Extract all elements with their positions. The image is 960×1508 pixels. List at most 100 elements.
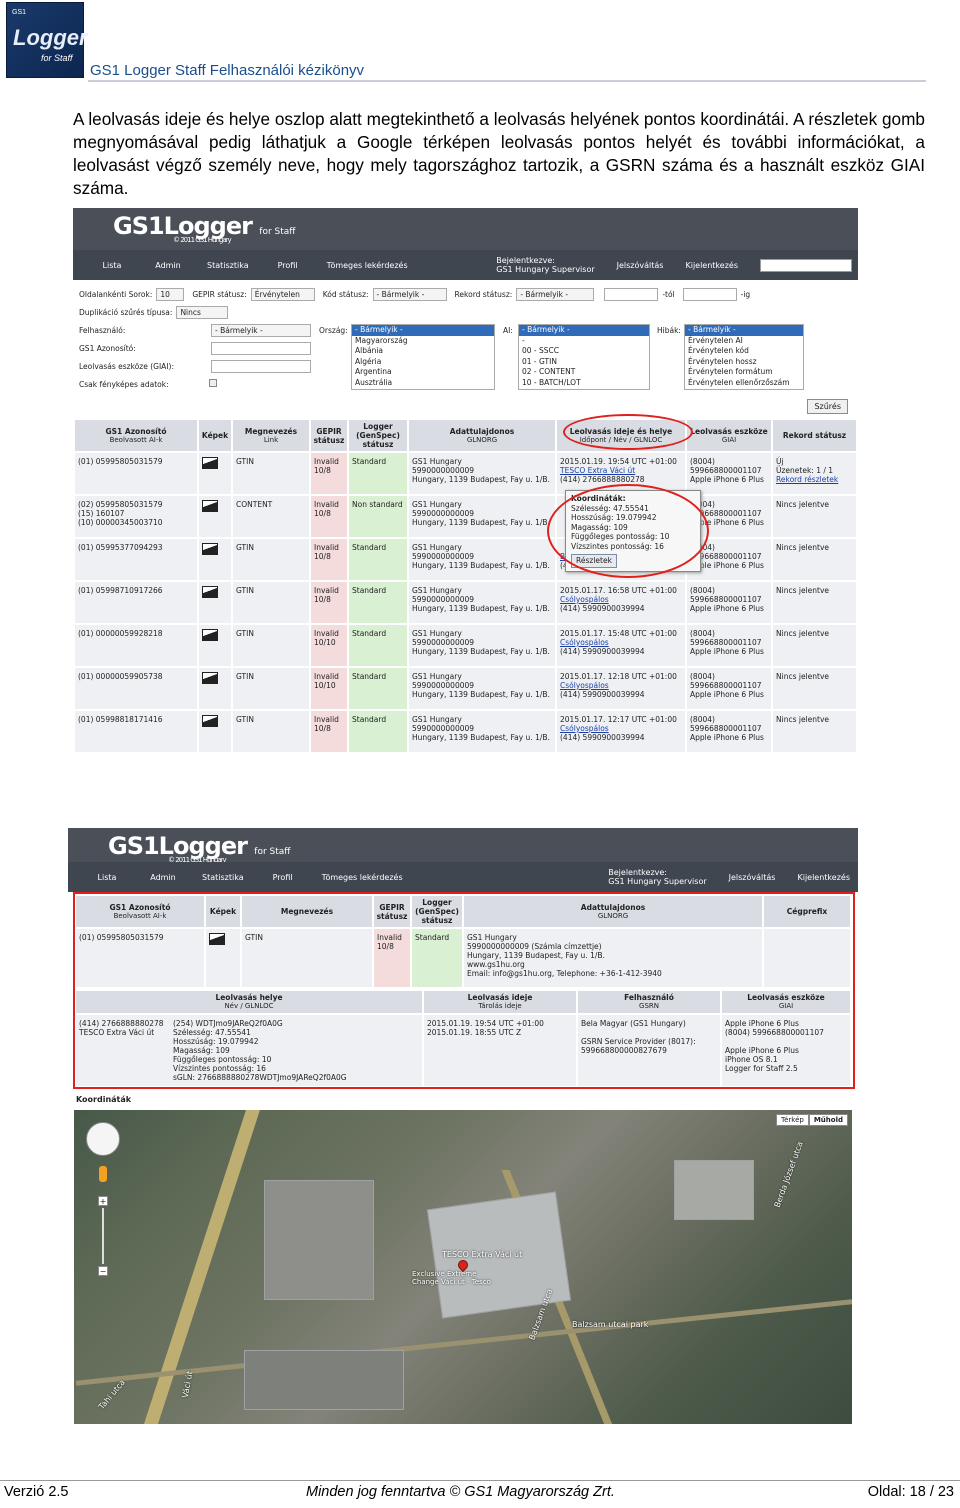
date-from-input[interactable] — [604, 288, 659, 301]
nav-password-change[interactable]: Jelszóváltás — [617, 261, 664, 270]
error-option[interactable]: Érvénytelen hossz — [688, 357, 803, 368]
map-building — [264, 1180, 374, 1300]
user-filter-select[interactable]: - Bármelyik - — [211, 324, 311, 337]
table-row[interactable]: (01) 05998818171416 GTIN Invalid 10/8 Standa… — [73, 709, 858, 754]
country-option[interactable]: Magyarország — [355, 336, 494, 347]
photo-icon[interactable] — [202, 457, 218, 469]
document-header: GS1 Logger for Staff GS1 Logger Staff Fe… — [0, 0, 960, 82]
country-option[interactable]: Ausztrália — [355, 378, 494, 389]
errors-listbox[interactable]: - Bármelyik - Érvénytelen AI Érvénytelen… — [684, 324, 804, 390]
logged-in-label: Bejelentkezve: — [496, 256, 555, 265]
col-owner[interactable]: Adattulajdonos GLNORG — [407, 418, 557, 453]
nav-statisztika[interactable]: Statisztika — [202, 873, 244, 882]
table-row[interactable]: (01) 00000059928218 GTIN Invalid 10/10 Stand… — [73, 623, 858, 668]
country-listbox[interactable]: - Bármelyik - Magyarország Albánia Algér… — [351, 324, 495, 390]
nav-lista[interactable]: Lista — [95, 261, 129, 270]
cell-gs1-id: (01) 05995805031579 — [73, 451, 199, 496]
photo-icon[interactable] — [202, 629, 218, 641]
app-header-2: GS1Logger for Staff © 2011 GS1 Hungary Li… — [68, 828, 858, 892]
col-gs1-id[interactable]: GS1 Azonosító Beolvasott AI-k — [73, 418, 199, 453]
code-status-select[interactable]: - Bármelyik - — [372, 288, 447, 301]
logged-in-user: GS1 Hungary Supervisor — [608, 877, 707, 886]
rows-per-page-select[interactable]: 10 — [156, 288, 185, 301]
country-option[interactable]: Algéria — [355, 357, 494, 368]
gs1-id: (01) 05995805031579 — [78, 457, 163, 466]
ai-option[interactable]: - Bármelyik - — [519, 325, 649, 336]
read-place-link[interactable]: Csólyospálos — [560, 724, 609, 733]
record-status-label: Rekord státusz: — [454, 290, 513, 299]
zoom-in-icon[interactable]: + — [98, 1196, 108, 1206]
date-to-input[interactable] — [682, 288, 737, 301]
read-place-link[interactable]: TESCO Extra Váci út — [560, 466, 635, 475]
read-place-link[interactable]: Csólyospálos — [560, 638, 609, 647]
map-pan-control-icon[interactable] — [86, 1122, 120, 1156]
street-view-pegman-icon[interactable] — [99, 1166, 107, 1182]
col-record-status[interactable]: Rekord státusz — [771, 418, 858, 453]
read-place-link[interactable]: Csólyospálos — [560, 681, 609, 690]
cell-gs1-id: (02) 05995805031579 (15) 160107 (10) 00000… — [73, 494, 199, 539]
map-type-map-button[interactable]: Térkép — [776, 1114, 809, 1126]
record-status-select[interactable]: - Bármelyik - — [516, 288, 595, 301]
col-device[interactable]: Leolvasás eszköze GIAI — [685, 418, 773, 453]
photo-icon[interactable] — [202, 586, 218, 598]
photo-icon[interactable] — [202, 500, 218, 512]
error-option[interactable]: Érvénytelen AI — [688, 336, 803, 347]
nav-statisztika[interactable]: Statisztika — [207, 261, 249, 270]
device-input[interactable] — [211, 360, 311, 373]
photo-icon[interactable] — [202, 715, 218, 727]
nav-profil[interactable]: Profil — [271, 261, 305, 270]
table-row[interactable]: (02) 05995805031579 (15) 160107 (10) 00000… — [73, 494, 858, 539]
col-logger[interactable]: Logger (GenSpec) státusz — [347, 418, 409, 453]
ai-option[interactable]: 01 - GTIN — [522, 357, 649, 368]
table-row[interactable]: (01) 05995805031579 GTIN Invalid 10/8 Standa… — [73, 451, 858, 496]
footer-page: Oldal: 18 / 23 — [867, 1484, 954, 1500]
col-images[interactable]: Képek — [197, 418, 233, 453]
table-row[interactable]: (01) 00000059905738 GTIN Invalid 10/10 Stand… — [73, 666, 858, 711]
col-gepir[interactable]: GEPIR státusz — [309, 418, 349, 453]
nav-tomeges[interactable]: Tömeges lekérdezés — [327, 261, 408, 270]
ai-option[interactable]: - — [522, 336, 649, 347]
product-name: GTIN — [236, 629, 254, 638]
gepir-status-select[interactable]: Érvénytelen — [250, 288, 315, 301]
logger-status: Standard — [352, 715, 387, 724]
nav-tomeges[interactable]: Tömeges lekérdezés — [322, 873, 403, 882]
owner-name: GS1 Hungary — [412, 629, 462, 638]
col-name[interactable]: Megnevezés Link — [231, 418, 311, 453]
table-row[interactable]: (01) 05998710917266 GTIN Invalid 10/8 Standa… — [73, 580, 858, 625]
language-select[interactable]: magyar — [760, 258, 852, 272]
gepir-count: 10/8 — [314, 724, 331, 733]
error-option[interactable]: Érvénytelen ellenőrzőszám — [688, 378, 803, 389]
dup-filter-select[interactable]: Nincs — [176, 306, 229, 319]
ai-listbox[interactable]: - Bármelyik - - 00 - SSCC 01 - GTIN 02 -… — [518, 324, 650, 390]
nav-password-change[interactable]: Jelszóváltás — [729, 873, 776, 882]
nav-admin[interactable]: Admin — [146, 873, 180, 882]
read-place-link[interactable]: Csólyospálos — [560, 595, 609, 604]
map-type-satellite-button[interactable]: Műhold — [808, 1114, 848, 1126]
nav-profil[interactable]: Profil — [266, 873, 300, 882]
photo-only-checkbox[interactable] — [209, 379, 217, 387]
country-option[interactable]: Albánia — [355, 346, 494, 357]
zoom-slider[interactable] — [102, 1208, 104, 1264]
ai-option[interactable]: 10 - BATCH/LOT — [522, 378, 649, 389]
zoom-out-icon[interactable]: − — [98, 1266, 108, 1276]
record-details-link[interactable]: Rekord részletek — [776, 475, 838, 484]
nav-admin[interactable]: Admin — [151, 261, 185, 270]
country-option[interactable]: - Bármelyik - — [352, 325, 494, 336]
satellite-map[interactable]: TESCO Extra Váci út Exclusive Extreme Ch… — [74, 1110, 852, 1424]
filter-button[interactable]: Szűrés — [807, 399, 848, 414]
footer-divider — [0, 1480, 960, 1481]
photo-icon[interactable] — [202, 543, 218, 555]
error-option[interactable]: Érvénytelen kód — [688, 346, 803, 357]
ai-option[interactable]: 00 - SSCC — [522, 346, 649, 357]
error-option[interactable]: - Bármelyik - — [685, 325, 803, 336]
error-option[interactable]: Érvénytelen formátum — [688, 367, 803, 378]
ai-option[interactable]: 02 - CONTENT — [522, 367, 649, 378]
nav-logout[interactable]: Kijelentkezés — [685, 261, 738, 270]
nav-lista[interactable]: Lista — [90, 873, 124, 882]
gs1-id-input[interactable] — [211, 342, 311, 355]
country-option[interactable]: Argentina — [355, 367, 494, 378]
photo-icon[interactable] — [202, 672, 218, 684]
table-row[interactable]: (01) 05995377094293 GTIN Invalid 10/8 Standa… — [73, 537, 858, 582]
nav-logout[interactable]: Kijelentkezés — [797, 873, 850, 882]
app-logo-2: GS1Logger for Staff © 2011 GS1 Hungary — [108, 832, 291, 864]
